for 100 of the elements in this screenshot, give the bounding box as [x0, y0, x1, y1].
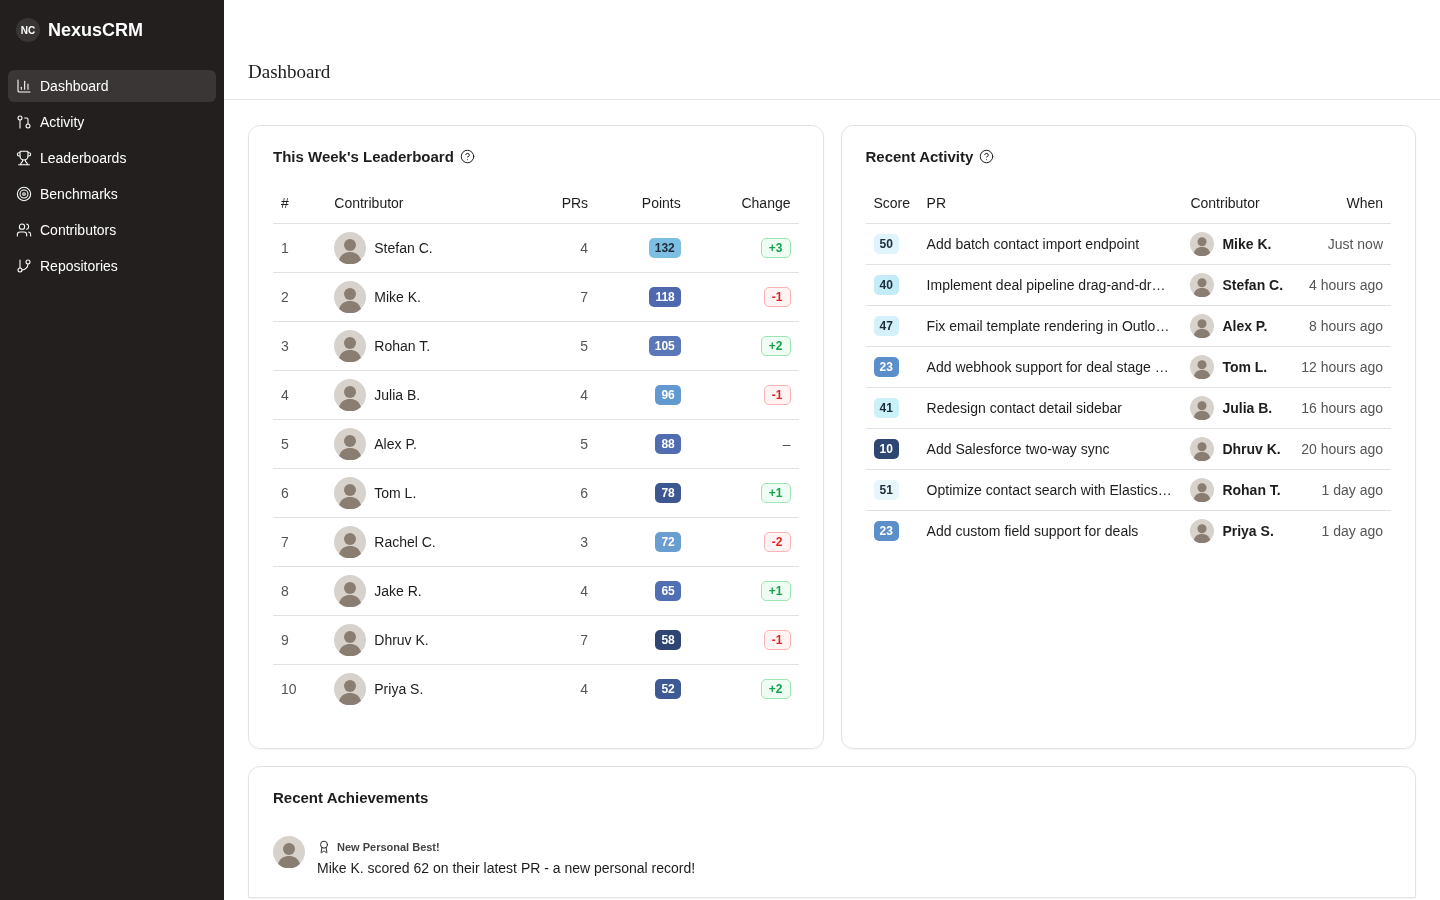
sidebar-item[interactable]: Activity: [8, 106, 216, 138]
time-cell: 16 hours ago: [1292, 387, 1391, 429]
avatar-icon: [334, 379, 367, 411]
time-cell: 1 day ago: [1292, 469, 1391, 511]
time-cell: 1 day ago: [1292, 510, 1391, 552]
avatar-icon: [1190, 519, 1215, 544]
points-badge: 96: [655, 385, 681, 405]
contributor-name: Tom L.: [374, 485, 417, 501]
column-header: When: [1292, 195, 1391, 224]
change-badge: +2: [760, 336, 791, 356]
prs-cell: 3: [524, 517, 597, 567]
contributor-name: Dhruv K.: [374, 632, 429, 648]
change-badge: -1: [763, 630, 791, 650]
change-badge: +3: [760, 238, 791, 258]
target-icon: [16, 186, 32, 202]
points-badge: 132: [648, 238, 681, 258]
points-badge: 88: [655, 434, 681, 454]
avatar-icon: [334, 673, 367, 706]
column-header: PR: [918, 195, 1183, 224]
time-cell: 20 hours ago: [1292, 428, 1391, 470]
achievement-text: Mike K. scored 62 on their latest PR - a new personal record!: [317, 860, 696, 876]
avatar-icon: [334, 624, 367, 656]
points-badge: 10: [873, 439, 899, 459]
points-badge: 40: [873, 275, 899, 295]
rank-cell: 4: [273, 370, 327, 420]
sidebar-item[interactable]: Benchmarks: [8, 178, 216, 210]
avatar-icon: [334, 330, 367, 362]
sidebar-item[interactable]: Contributors: [8, 214, 216, 246]
change-badge: -2: [763, 532, 791, 552]
column-header: Score: [865, 195, 919, 224]
rank-cell: 3: [273, 321, 327, 371]
points-badge: 105: [648, 336, 681, 356]
sidebar-item[interactable]: Leaderboards: [8, 142, 216, 174]
points-badge: 51: [873, 480, 899, 500]
change-badge: +1: [760, 581, 791, 601]
points-badge: 78: [655, 483, 681, 503]
rank-cell: 6: [273, 468, 327, 518]
time-cell: 4 hours ago: [1292, 264, 1391, 306]
branch-icon: [16, 258, 32, 274]
points-badge: 50: [873, 234, 899, 254]
prs-cell: 5: [524, 419, 597, 469]
time-cell: Just now: [1292, 223, 1391, 265]
prs-cell: 4: [524, 566, 597, 616]
help-icon[interactable]: [979, 149, 995, 164]
avatar-icon: [1190, 314, 1215, 338]
points-badge: 58: [655, 630, 681, 650]
prs-cell: 4: [524, 664, 597, 714]
time-cell: 12 hours ago: [1292, 346, 1391, 388]
avatar-icon: [334, 575, 367, 607]
prs-cell: 7: [524, 615, 597, 665]
avatar-icon: [273, 836, 305, 868]
points-badge: 47: [873, 316, 899, 336]
contributor-name: Julia B.: [374, 387, 421, 403]
pr-title: Fix email template rendering in Outlo…: [918, 305, 1183, 347]
award-icon: [317, 840, 331, 854]
contributor-name: Stefan C.: [374, 240, 433, 256]
avatar-icon: [1190, 478, 1215, 502]
contributor-name: Alex P.: [374, 436, 417, 452]
contributor-name: Rachel C.: [374, 534, 436, 550]
pull-request-icon: [16, 114, 32, 130]
prs-cell: 7: [524, 272, 597, 322]
contributor-name: Jake R.: [374, 583, 422, 599]
avatar-icon: [334, 232, 367, 264]
change-badge: +2: [760, 679, 791, 700]
rank-cell: 1: [273, 223, 327, 273]
contributor-name: Rohan T.: [374, 338, 431, 354]
pr-title: Add webhook support for deal stage …: [918, 346, 1183, 388]
rank-cell: 8: [273, 566, 327, 616]
sidebar-item[interactable]: Repositories: [8, 250, 216, 282]
prs-cell: 4: [524, 370, 597, 420]
column-header: Contributor: [326, 195, 525, 224]
points-badge: 118: [649, 287, 681, 307]
help-icon[interactable]: [459, 149, 475, 164]
contributor-name: Mike K.: [1222, 236, 1272, 252]
change-badge: +1: [760, 483, 791, 503]
trophy-icon: [16, 150, 32, 166]
card-title: Recent Activity: [865, 148, 974, 165]
change-text: –: [782, 436, 791, 452]
pr-title: Add Salesforce two-way sync: [918, 428, 1183, 470]
page-title: Dashboard: [248, 61, 331, 83]
avatar-icon: [334, 281, 367, 313]
contributor-name: Julia B.: [1222, 400, 1273, 416]
avatar-icon: [1190, 355, 1215, 379]
contributor-name: Tom L.: [1222, 359, 1268, 375]
avatar-icon: [1190, 437, 1215, 461]
points-badge: 72: [655, 532, 681, 552]
points-badge: 41: [873, 398, 899, 418]
card-title: This Week's Leaderboard: [273, 148, 454, 165]
rank-cell: 7: [273, 517, 327, 567]
avatar-icon: [334, 477, 367, 509]
column-header: #: [273, 195, 327, 224]
sidebar-item[interactable]: Dashboard: [8, 70, 216, 102]
column-header: Contributor: [1182, 195, 1293, 224]
contributor-name: Rohan T.: [1222, 482, 1281, 498]
points-badge: 52: [655, 679, 681, 700]
avatar-icon: [334, 428, 367, 460]
card-title: Recent Achievements: [273, 789, 429, 806]
pr-title: Optimize contact search with Elastics…: [918, 469, 1183, 511]
points-badge: 23: [873, 357, 899, 377]
prs-cell: 6: [524, 468, 597, 518]
